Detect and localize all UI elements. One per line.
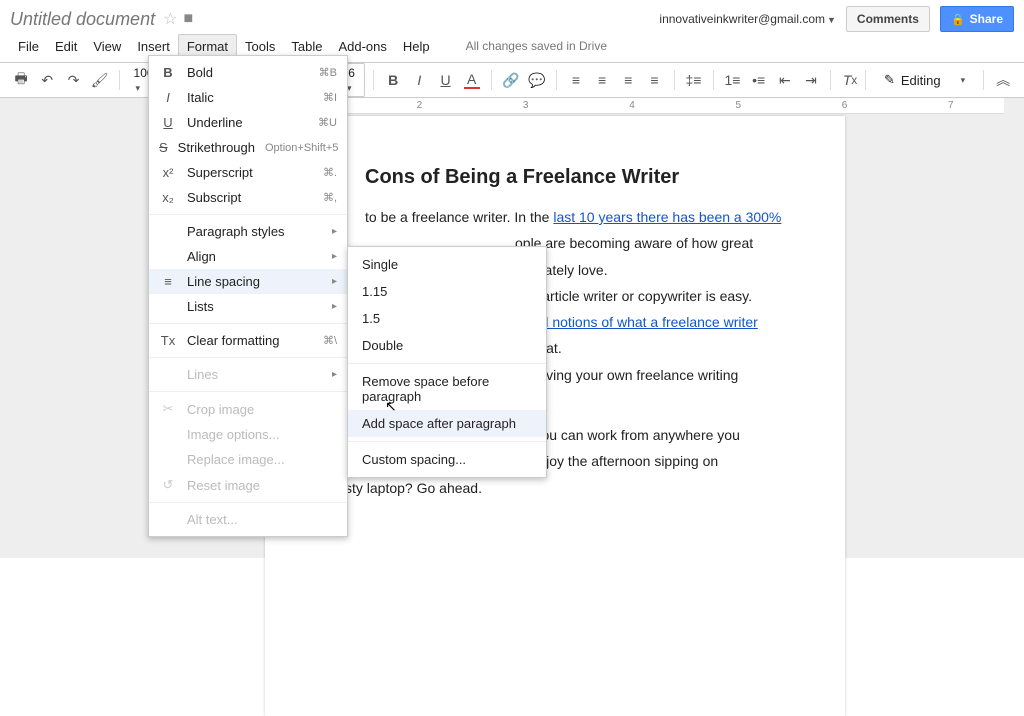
clear-formatting-icon[interactable]: Tx	[839, 67, 861, 93]
format-item-line-spacing[interactable]: ≡Line spacing▸	[149, 269, 347, 294]
underline-icon[interactable]: U	[434, 67, 456, 93]
align-justify-icon[interactable]: ≡	[643, 67, 665, 93]
ruler: 1234567	[260, 98, 1004, 114]
format-item-replace-image-: Replace image...	[149, 447, 347, 472]
format-item-paragraph-styles[interactable]: Paragraph styles▸	[149, 219, 347, 244]
numbered-list-icon[interactable]: 1≡	[721, 67, 743, 93]
redo-icon[interactable]: ↷	[62, 67, 84, 93]
format-item-crop-image: ✂Crop image	[149, 396, 347, 422]
text-color-icon[interactable]: A	[461, 67, 483, 93]
comments-button[interactable]: Comments	[846, 6, 930, 32]
save-status: All changes saved in Drive	[458, 35, 615, 57]
menu-help[interactable]: Help	[395, 35, 438, 58]
star-icon[interactable]: ☆	[163, 9, 177, 29]
italic-icon[interactable]: I	[408, 67, 430, 93]
menu-edit[interactable]: Edit	[47, 35, 85, 58]
format-item-underline[interactable]: UUnderline⌘U	[149, 110, 347, 135]
pencil-icon: ✎	[884, 72, 895, 88]
spacing-item--[interactable]: 1.5	[348, 305, 546, 332]
collapse-toolbar-icon[interactable]: ︽	[992, 67, 1014, 93]
doc-link-2[interactable]: eived notions of what a freelance writer	[515, 314, 758, 330]
format-item-clear-formatting[interactable]: TxClear formatting⌘\	[149, 328, 347, 353]
format-item-reset-image: ↺Reset image	[149, 472, 347, 498]
user-email[interactable]: innovativeinkwriter@gmail.com▼	[659, 12, 836, 26]
spacing-item-custom-spacing-[interactable]: Custom spacing...	[348, 446, 546, 473]
format-item-lists[interactable]: Lists▸	[149, 294, 347, 319]
editing-mode-button[interactable]: ✎Editing▾	[874, 72, 975, 88]
doc-link-1[interactable]: last 10 years there has been a 300%	[553, 209, 781, 225]
lock-icon: 🔒	[951, 13, 965, 26]
format-item-strikethrough[interactable]: SStrikethroughOption+Shift+5	[149, 135, 347, 160]
print-icon[interactable]: 🖶	[10, 67, 32, 93]
format-item-image-options-: Image options...	[149, 422, 347, 447]
format-item-alt-text-: Alt text...	[149, 507, 347, 532]
format-item-subscript[interactable]: x₂Subscript⌘,	[149, 185, 347, 210]
line-spacing-icon[interactable]: ‡≡	[682, 67, 704, 93]
outdent-icon[interactable]: ⇤	[774, 67, 796, 93]
doc-title[interactable]: Untitled document	[10, 9, 155, 30]
spacing-item-single[interactable]: Single	[348, 251, 546, 278]
line-spacing-submenu: Single1.151.5Double Remove space before p…	[347, 246, 547, 478]
undo-icon[interactable]: ↶	[36, 67, 58, 93]
menu-view[interactable]: View	[85, 35, 129, 58]
share-button[interactable]: 🔒Share	[940, 6, 1014, 32]
paint-format-icon[interactable]: 🖌	[89, 67, 111, 93]
format-item-lines: Lines▸	[149, 362, 347, 387]
doc-heading: Cons of Being a Freelance Writer	[365, 166, 785, 189]
spacing-item-remove-space-before-paragraph[interactable]: Remove space before paragraph	[348, 368, 546, 410]
link-icon[interactable]: 🔗	[500, 67, 522, 93]
comment-icon[interactable]: 💬	[526, 67, 548, 93]
bold-icon[interactable]: B	[382, 67, 404, 93]
align-center-icon[interactable]: ≡	[591, 67, 613, 93]
format-item-align[interactable]: Align▸	[149, 244, 347, 269]
menu-file[interactable]: File	[10, 35, 47, 58]
bulleted-list-icon[interactable]: •≡	[748, 67, 770, 93]
align-left-icon[interactable]: ≡	[565, 67, 587, 93]
align-right-icon[interactable]: ≡	[617, 67, 639, 93]
format-item-italic[interactable]: IItalic⌘I	[149, 85, 347, 110]
spacing-item-add-space-after-paragraph[interactable]: Add space after paragraph	[348, 410, 546, 437]
spacing-item--[interactable]: 1.15	[348, 278, 546, 305]
spacing-item-double[interactable]: Double	[348, 332, 546, 359]
folder-icon[interactable]: ■	[183, 10, 193, 28]
format-item-superscript[interactable]: x²Superscript⌘.	[149, 160, 347, 185]
format-dropdown: BBold⌘BIItalic⌘IUUnderline⌘USStrikethrou…	[148, 55, 348, 537]
indent-icon[interactable]: ⇥	[800, 67, 822, 93]
format-item-bold[interactable]: BBold⌘B	[149, 60, 347, 85]
